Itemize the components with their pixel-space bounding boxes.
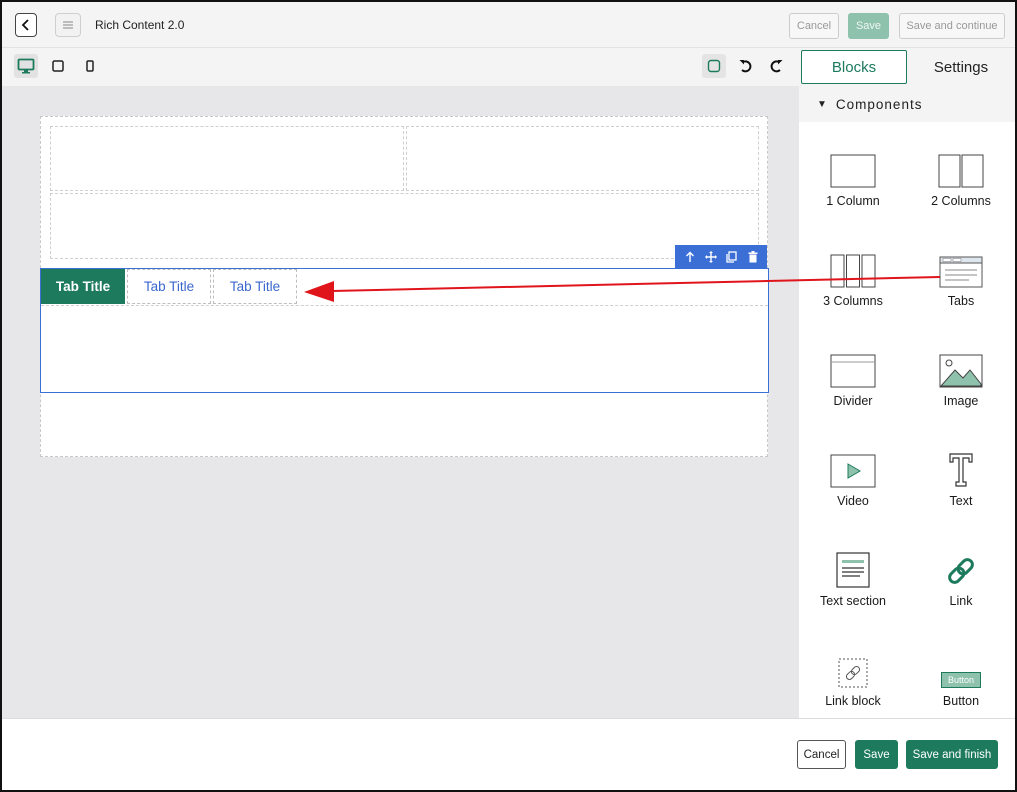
undo-button[interactable] (734, 54, 758, 78)
image-icon (911, 348, 1011, 388)
tab-panel-content[interactable] (41, 305, 768, 392)
block-toolbar (675, 245, 767, 268)
button-icon: Button (911, 648, 1011, 688)
top-bar: Rich Content 2.0 Cancel Save Save and co… (2, 2, 1015, 48)
tablet-icon (52, 60, 64, 72)
tab-blocks[interactable]: Blocks (801, 50, 907, 84)
component-divider[interactable]: Divider (803, 348, 903, 408)
component-label: Link block (825, 694, 881, 708)
undo-icon (739, 60, 752, 73)
component-label: 2 Columns (931, 194, 991, 208)
save-and-continue-button[interactable]: Save and continue (899, 13, 1005, 39)
component-label: Divider (833, 394, 873, 408)
link-icon (911, 548, 1011, 588)
move-icon[interactable] (703, 249, 719, 265)
component-label: Link (949, 594, 973, 608)
hamburger-icon (63, 21, 73, 29)
component-label: Text (949, 494, 973, 508)
one-column-cell[interactable] (50, 193, 759, 259)
component-label: 3 Columns (823, 294, 883, 308)
caret-down-icon: ▼ (817, 98, 828, 110)
page-title: Rich Content 2.0 (95, 18, 185, 32)
two-column-cell-right[interactable] (406, 126, 759, 191)
outline-toggle-button[interactable] (702, 54, 726, 78)
component-label: Text section (819, 594, 886, 608)
component-button[interactable]: Button Button (911, 648, 1011, 708)
component-tabs[interactable]: Tabs (911, 248, 1011, 308)
components-label: Components (835, 96, 923, 112)
app-window: Rich Content 2.0 Cancel Save Save and co… (0, 0, 1017, 792)
components-section-header[interactable]: ▼ Components (799, 86, 1015, 122)
two-column-cell-left[interactable] (50, 126, 404, 191)
tab-3[interactable]: Tab Title (213, 269, 297, 304)
video-icon (803, 448, 903, 488)
component-link[interactable]: Link (911, 548, 1011, 608)
link-block-icon (803, 648, 903, 688)
editor-toolbar (2, 48, 799, 86)
save-and-finish-button[interactable]: Save and finish (906, 740, 998, 769)
tablet-view-button[interactable] (46, 54, 70, 78)
component-two-columns[interactable]: 2 Columns (911, 148, 1011, 208)
desktop-view-button[interactable] (14, 54, 38, 78)
editor-canvas[interactable]: Tab Title Tab Title Tab Title (2, 86, 799, 718)
component-text[interactable]: Text (911, 448, 1011, 508)
tab-1[interactable]: Tab Title (41, 269, 125, 304)
redo-icon (770, 60, 783, 73)
desktop-icon (17, 58, 35, 74)
tab-settings[interactable]: Settings (911, 50, 1011, 84)
square-outline-icon (707, 59, 721, 73)
component-video[interactable]: Video (803, 448, 903, 508)
tab-2[interactable]: Tab Title (127, 269, 211, 304)
one-column-icon (803, 148, 903, 188)
cancel-button[interactable]: Cancel (797, 740, 846, 769)
divider-icon (803, 348, 903, 388)
two-columns-icon (911, 148, 1011, 188)
component-image[interactable]: Image (911, 348, 1011, 408)
component-label: Button (942, 694, 980, 708)
duplicate-icon[interactable] (724, 249, 740, 265)
top-save-button[interactable]: Save (848, 13, 889, 39)
component-label: 1 Column (826, 194, 880, 208)
component-label: Image (943, 394, 979, 408)
three-columns-icon (803, 248, 903, 288)
menu-button[interactable] (55, 13, 81, 37)
component-text-section[interactable]: Text section (803, 548, 903, 608)
component-one-column[interactable]: 1 Column (803, 148, 903, 208)
text-icon (911, 448, 1011, 488)
component-label: Tabs (947, 294, 975, 308)
component-label: Video (837, 494, 869, 508)
side-panel: Blocks Settings ▼ Components 1 Column 2 … (799, 48, 1015, 718)
back-button[interactable] (15, 13, 37, 37)
save-button[interactable]: Save (855, 740, 898, 769)
trash-icon[interactable] (745, 249, 761, 265)
panel-tabs: Blocks Settings (799, 48, 1015, 86)
redo-button[interactable] (764, 54, 788, 78)
text-section-icon (803, 548, 903, 588)
component-three-columns[interactable]: 3 Columns (803, 248, 903, 308)
top-cancel-button[interactable]: Cancel (789, 13, 839, 39)
component-link-block[interactable]: Link block (803, 648, 903, 708)
mobile-icon (86, 60, 94, 72)
bottom-bar: Cancel Save Save and finish (2, 718, 1015, 790)
chevron-left-icon (21, 19, 29, 31)
tabs-block[interactable]: Tab Title Tab Title Tab Title (40, 268, 769, 393)
tabs-icon (911, 248, 1011, 288)
mobile-view-button[interactable] (78, 54, 102, 78)
button-icon-label: Button (941, 672, 981, 688)
arrow-up-icon[interactable] (682, 249, 698, 265)
